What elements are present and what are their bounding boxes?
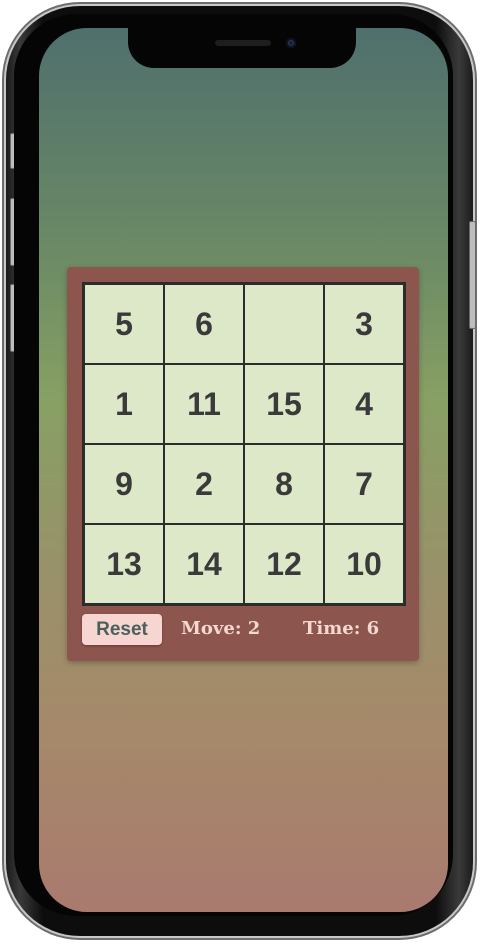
puzzle-tile[interactable]: 8 <box>244 444 324 524</box>
puzzle-tile[interactable]: 6 <box>164 284 244 364</box>
time-label: Time: <box>303 618 361 639</box>
puzzle-tile[interactable]: 15 <box>244 364 324 444</box>
puzzle-tile[interactable]: 10 <box>324 524 404 604</box>
puzzle-tile[interactable]: 13 <box>84 524 164 604</box>
puzzle-tile[interactable]: 2 <box>164 444 244 524</box>
puzzle-tile[interactable]: 14 <box>164 524 244 604</box>
move-value: 2 <box>247 618 261 639</box>
time-counter: Time: 6 <box>303 618 379 639</box>
puzzle-tile[interactable]: 3 <box>324 284 404 364</box>
speaker-grille <box>215 40 271 46</box>
power-button <box>469 221 476 329</box>
time-value: 6 <box>366 618 380 639</box>
empty-tile[interactable] <box>244 284 324 364</box>
move-counter: Move: 2 <box>181 618 260 639</box>
puzzle-tile[interactable]: 5 <box>84 284 164 364</box>
puzzle-tile[interactable]: 12 <box>244 524 324 604</box>
reset-button[interactable]: Reset <box>82 614 162 645</box>
puzzle-tile[interactable]: 11 <box>164 364 244 444</box>
puzzle-board: 5 6 3 1 11 15 4 9 2 8 7 13 14 12 10 <box>82 282 406 606</box>
puzzle-tile[interactable]: 4 <box>324 364 404 444</box>
front-camera <box>286 38 296 48</box>
puzzle-tile[interactable]: 9 <box>84 444 164 524</box>
puzzle-tile[interactable]: 7 <box>324 444 404 524</box>
move-label: Move: <box>181 618 242 639</box>
puzzle-tile[interactable]: 1 <box>84 364 164 444</box>
